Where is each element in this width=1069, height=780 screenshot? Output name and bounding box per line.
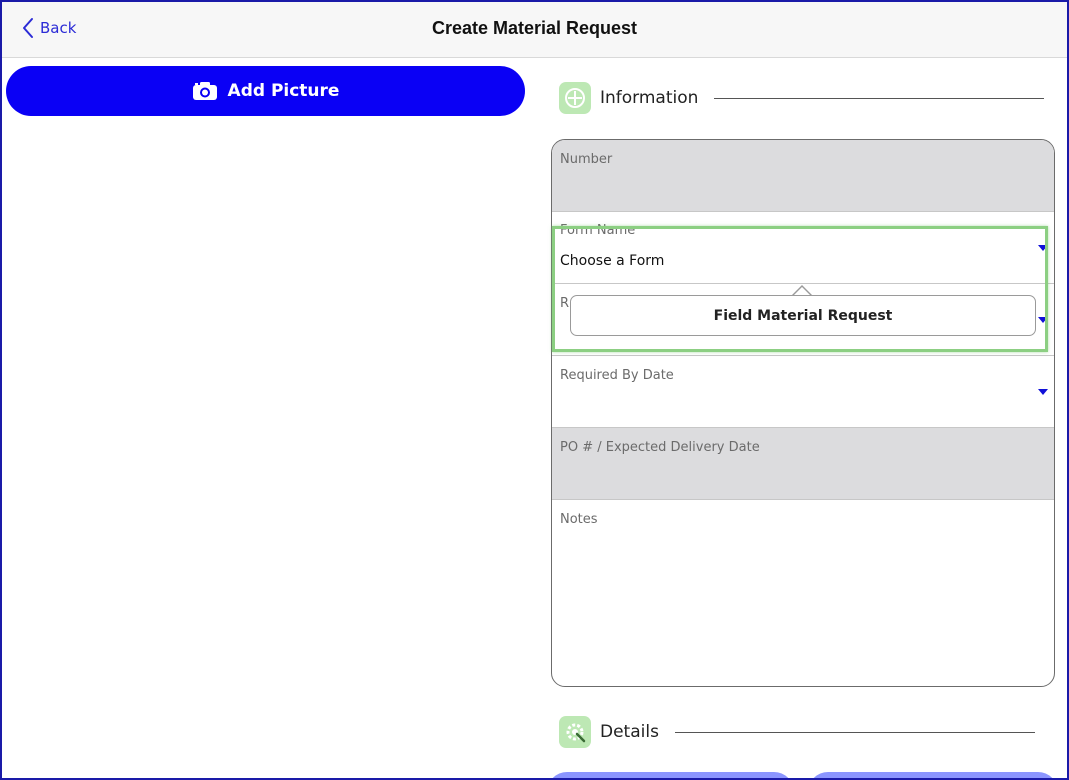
camera-icon [192,81,218,101]
gear-wrench-icon [559,716,591,748]
caret-down-icon [1038,389,1048,395]
requested-by-label: R [560,296,570,311]
form-name-field[interactable]: Form Name Choose a Form [552,212,1054,284]
caret-down-icon [1038,317,1048,323]
po-expected-delivery-label: PO # / Expected Delivery Date [560,440,760,455]
required-by-date-label: Required By Date [560,368,674,383]
section-divider [674,731,1035,733]
app-frame: Back Create Material Request Add Picture… [0,0,1069,780]
number-field[interactable]: Number [552,140,1054,212]
information-form: Number Form Name Choose a Form R Require… [551,139,1055,687]
details-section-header: Details [559,716,1035,748]
required-by-date-field[interactable]: Required By Date [552,356,1054,428]
form-name-value: Choose a Form [560,253,665,269]
form-name-label: Form Name [560,223,636,238]
grid-icon [559,82,591,114]
bottom-action-button-left[interactable] [547,772,794,778]
add-picture-label: Add Picture [227,81,340,101]
bottom-action-button-right[interactable] [808,772,1058,778]
caret-down-icon [1038,245,1048,251]
add-picture-button[interactable]: Add Picture [6,66,525,116]
nav-bar: Back Create Material Request [2,2,1067,58]
section-divider [714,97,1045,99]
page-title: Create Material Request [431,18,638,38]
number-label: Number [560,152,613,167]
information-section-header: Information [559,82,1045,114]
details-label: Details [600,722,659,742]
information-label: Information [600,88,699,108]
notes-label: Notes [560,512,598,527]
notes-field[interactable]: Notes [552,500,1054,686]
po-expected-delivery-field[interactable]: PO # / Expected Delivery Date [552,428,1054,500]
form-option-field-material-request[interactable]: Field Material Request [570,295,1036,336]
